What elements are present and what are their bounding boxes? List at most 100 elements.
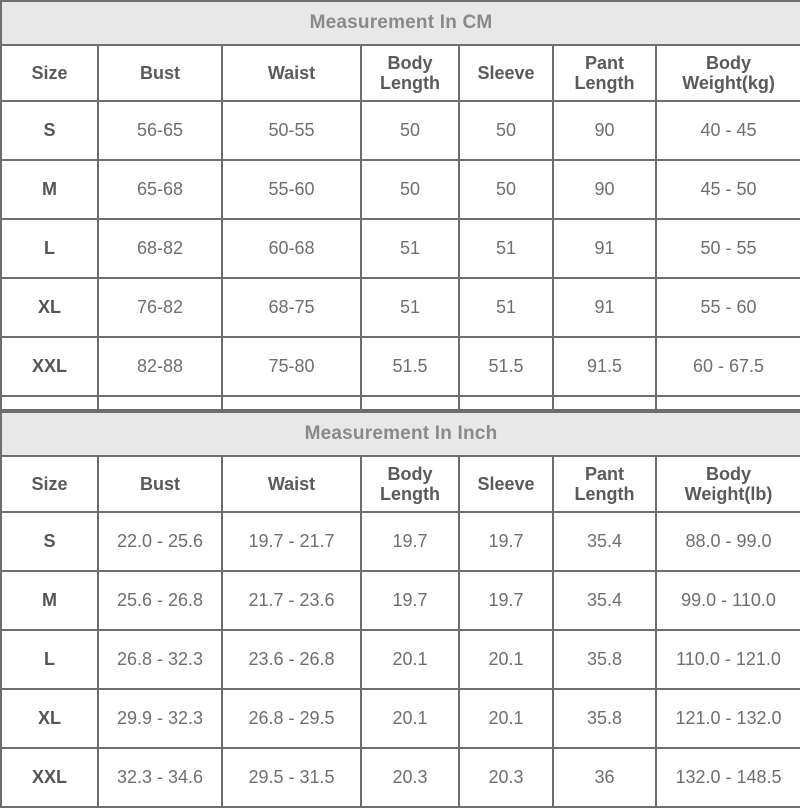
cell-size: M xyxy=(0,570,99,631)
cell-waist: 23.6 - 26.8 xyxy=(221,629,362,690)
cell-body-weight: 50 - 55 xyxy=(654,218,800,279)
cell-size: L xyxy=(0,629,99,690)
column-header-pant-length-line2: Length xyxy=(574,484,635,504)
cell-sleeve: 50 xyxy=(458,159,554,220)
cell-pant-length: 35.8 xyxy=(552,629,657,690)
cell-bust: 76-82 xyxy=(97,277,223,338)
column-header-pant-length: Pant Length xyxy=(552,455,657,513)
column-header-size-label: Size xyxy=(31,62,68,83)
cell-pant-length: 90 xyxy=(552,100,657,161)
table-header-row: Size Bust Waist Body Length Sleeve Pant Le… xyxy=(0,44,800,102)
cell-waist: 75-80 xyxy=(221,336,362,397)
cell-size: XL xyxy=(0,277,99,338)
table-footer-spacer-row xyxy=(0,395,800,411)
cell-size: XL xyxy=(0,688,99,749)
spacer-cell xyxy=(221,395,362,411)
column-header-bust-label: Bust xyxy=(140,473,180,494)
column-header-body-length-line1: Body xyxy=(387,52,433,73)
cell-body-length: 51.5 xyxy=(360,336,460,397)
cell-pant-length: 91.5 xyxy=(552,336,657,397)
cell-body-weight: 45 - 50 xyxy=(654,159,800,220)
column-header-sleeve-label: Sleeve xyxy=(477,62,535,83)
cell-bust: 56-65 xyxy=(97,100,223,161)
cell-sleeve: 20.3 xyxy=(458,747,554,808)
cell-pant-length: 35.8 xyxy=(552,688,657,749)
cell-bust: 29.9 - 32.3 xyxy=(97,688,223,749)
table-row: XL 29.9 - 32.3 26.8 - 29.5 20.1 20.1 35.… xyxy=(0,688,800,749)
column-header-waist-label: Waist xyxy=(267,62,316,83)
cell-bust: 22.0 - 25.6 xyxy=(97,511,223,572)
cell-sleeve: 20.1 xyxy=(458,688,554,749)
cell-sleeve: 51.5 xyxy=(458,336,554,397)
table-row: S 56-65 50-55 50 50 90 40 - 45 xyxy=(0,100,800,161)
cell-sleeve: 51 xyxy=(458,218,554,279)
cell-pant-length: 35.4 xyxy=(552,570,657,631)
column-header-body-length: Body Length xyxy=(360,44,460,102)
cell-pant-length: 36 xyxy=(552,747,657,808)
cell-sleeve: 19.7 xyxy=(458,570,554,631)
cell-waist: 55-60 xyxy=(221,159,362,220)
table-title-cm: Measurement In CM xyxy=(0,0,800,46)
column-header-sleeve: Sleeve xyxy=(458,44,554,102)
spacer-cell xyxy=(654,395,800,411)
cell-pant-length: 91 xyxy=(552,277,657,338)
cell-body-weight: 121.0 - 132.0 xyxy=(655,688,800,749)
column-header-size: Size xyxy=(0,455,99,513)
cell-body-length: 51 xyxy=(360,277,460,338)
column-header-size-label: Size xyxy=(31,473,68,494)
cell-body-length: 51 xyxy=(360,218,460,279)
cell-bust: 25.6 - 26.8 xyxy=(97,570,223,631)
column-header-pant-length-line1: Pant xyxy=(584,52,624,73)
spacer-cell xyxy=(458,395,554,411)
column-header-sleeve-label: Sleeve xyxy=(477,473,535,494)
cell-body-weight: 132.0 - 148.5 xyxy=(655,747,800,808)
spacer-cell xyxy=(0,395,99,411)
cell-sleeve: 50 xyxy=(458,100,554,161)
cell-pant-length: 35.4 xyxy=(552,511,657,572)
column-header-body-weight-line1: Body xyxy=(706,463,751,484)
table-row: M 65-68 55-60 50 50 90 45 - 50 xyxy=(0,159,800,220)
table-row: XXL 32.3 - 34.6 29.5 - 31.5 20.3 20.3 36… xyxy=(0,747,800,808)
cell-bust: 26.8 - 32.3 xyxy=(97,629,223,690)
measurement-table-cm: Measurement In CM Size Bust Waist Body Le… xyxy=(0,0,800,411)
measurement-table-inch: Measurement In Inch Size Bust Waist Body… xyxy=(0,411,800,808)
cell-waist: 68-75 xyxy=(221,277,362,338)
cell-waist: 60-68 xyxy=(221,218,362,279)
cell-body-weight: 99.0 - 110.0 xyxy=(655,570,800,631)
spacer-cell xyxy=(552,395,657,411)
column-header-bust-label: Bust xyxy=(140,62,180,83)
column-header-body-length-line2: Length xyxy=(380,73,440,93)
cell-body-length: 20.1 xyxy=(360,629,460,690)
cell-size: M xyxy=(0,159,99,220)
cell-body-weight: 40 - 45 xyxy=(654,100,800,161)
cell-size: XXL xyxy=(0,336,99,397)
cell-bust: 65-68 xyxy=(97,159,223,220)
column-header-waist-label: Waist xyxy=(267,473,316,494)
cell-pant-length: 90 xyxy=(552,159,657,220)
column-header-bust: Bust xyxy=(97,455,223,513)
table-row: XL 76-82 68-75 51 51 91 55 - 60 xyxy=(0,277,800,338)
column-header-body-length: Body Length xyxy=(360,455,460,513)
cell-body-weight: 88.0 - 99.0 xyxy=(655,511,800,572)
column-header-size: Size xyxy=(0,44,99,102)
cell-size: S xyxy=(0,100,99,161)
column-header-body-weight: Body Weight(kg) xyxy=(654,44,800,102)
cell-body-length: 50 xyxy=(360,159,460,220)
column-header-pant-length-line1: Pant xyxy=(584,463,624,484)
table-header-row: Size Bust Waist Body Length Sleeve Pant Le… xyxy=(0,455,800,513)
size-chart-page: Measurement In CM Size Bust Waist Body Le… xyxy=(0,0,800,808)
column-header-body-weight-line2: Weight(kg) xyxy=(682,73,775,93)
column-header-pant-length: Pant Length xyxy=(552,44,657,102)
cell-sleeve: 51 xyxy=(458,277,554,338)
cell-bust: 32.3 - 34.6 xyxy=(97,747,223,808)
column-header-body-weight-line2: Weight(lb) xyxy=(684,484,773,504)
column-header-body-weight: Body Weight(lb) xyxy=(655,455,800,513)
table-title-row: Measurement In CM xyxy=(0,0,800,46)
cell-waist: 26.8 - 29.5 xyxy=(221,688,362,749)
table-row: M 25.6 - 26.8 21.7 - 23.6 19.7 19.7 35.4… xyxy=(0,570,800,631)
cell-body-weight: 110.0 - 121.0 xyxy=(655,629,800,690)
cell-sleeve: 20.1 xyxy=(458,629,554,690)
spacer-cell xyxy=(360,395,460,411)
column-header-bust: Bust xyxy=(97,44,223,102)
cell-body-length: 20.3 xyxy=(360,747,460,808)
